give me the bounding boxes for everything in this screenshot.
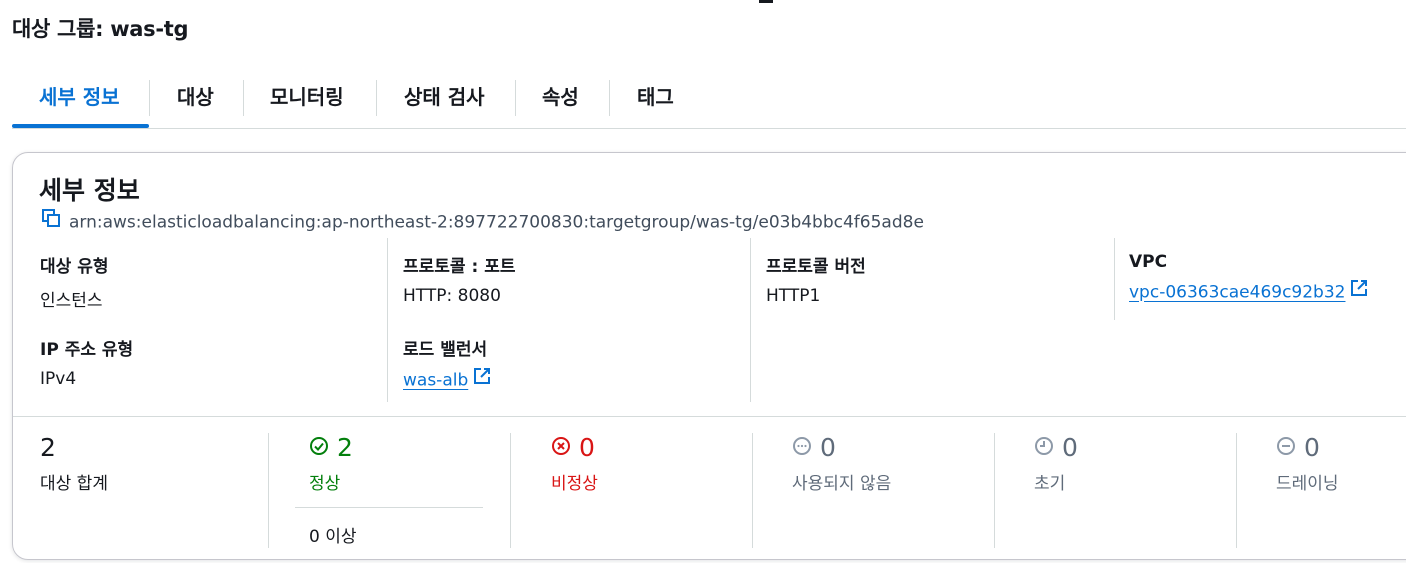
protocol-version-label: 프로토콜 버전 [766, 257, 866, 277]
protocol-port-label: 프로토콜 : 포트 [403, 257, 516, 277]
healthy-count[interactable]: 2 [337, 433, 353, 462]
ip-address-type-label: IP 주소 유형 [40, 340, 134, 360]
load-balancer-link[interactable]: was-alb [403, 371, 468, 391]
stat-divider [752, 433, 753, 548]
check-circle-icon [310, 437, 328, 455]
unused-count[interactable]: 0 [820, 433, 836, 462]
stat-divider [994, 433, 995, 548]
stat-initial: 0 초기 [1034, 433, 1078, 494]
clock-icon [1035, 437, 1053, 455]
section-divider [13, 416, 1406, 417]
draining-count-row: 0 [1276, 433, 1339, 463]
healthy-label: 정상 [309, 474, 341, 494]
ip-address-type-value: IPv4 [40, 369, 77, 389]
target-type-label: 대상 유형 [40, 257, 109, 277]
field-protocol-port: 프로토콜 : 포트 HTTP: 8080 [403, 252, 515, 306]
total-label: 대상 합계 [40, 474, 108, 494]
vpc-link[interactable]: vpc-06363cae469c92b32 [1129, 283, 1345, 303]
tab-divider [376, 80, 377, 116]
load-balancer-label: 로드 밸런서 [403, 340, 488, 360]
protocol-port-value: HTTP: 8080 [403, 286, 501, 306]
healthy-anomaly-text: 0 이상 [309, 527, 357, 547]
unused-count-row: 0 [792, 433, 891, 463]
copy-icon[interactable] [41, 208, 61, 233]
field-ip-address-type: IP 주소 유형 IPv4 [40, 335, 133, 389]
ellipsis-circle-icon [793, 437, 811, 455]
column-divider [387, 238, 388, 402]
arn-text: arn:aws:elasticloadbalancing:ap-northeas… [69, 212, 924, 233]
top-edge-mark [759, 0, 773, 3]
unused-label: 사용되지 않음 [792, 474, 892, 494]
draining-label: 드레이닝 [1276, 474, 1339, 494]
field-load-balancer: 로드 밸런서 was-alb [403, 335, 491, 392]
stat-healthy: 2 정상 [309, 433, 353, 494]
tab-targets[interactable]: 대상 [177, 70, 214, 126]
stat-unhealthy: 0 비정상 [551, 433, 598, 494]
tab-bar: 세부 정보 대상 모니터링 상태 검사 속성 태그 [12, 70, 1406, 129]
vpc-value: vpc-06363cae469c92b32 [1129, 279, 1368, 304]
healthy-sub-divider [295, 507, 483, 508]
stat-draining: 0 드레이닝 [1276, 433, 1339, 494]
tab-divider [515, 80, 516, 116]
stat-unused: 0 사용되지 않음 [792, 433, 891, 494]
external-link-icon[interactable] [473, 367, 491, 390]
field-target-type: 대상 유형 인스턴스 [40, 252, 108, 311]
initial-count[interactable]: 0 [1062, 433, 1078, 462]
load-balancer-value: was-alb [403, 367, 491, 392]
target-type-value: 인스턴스 [40, 291, 103, 311]
stat-total: 2 대상 합계 [40, 433, 108, 494]
field-vpc: VPC vpc-06363cae469c92b32 [1129, 252, 1368, 304]
tab-tags[interactable]: 태그 [637, 70, 674, 126]
stat-divider [1236, 433, 1237, 548]
vpc-label: VPC [1129, 252, 1168, 272]
details-card: 세부 정보 arn:aws:elasticloadbalancing:ap-no… [12, 152, 1406, 560]
initial-label: 초기 [1034, 474, 1066, 494]
protocol-version-value: HTTP1 [766, 286, 821, 306]
tab-attributes[interactable]: 속성 [542, 70, 579, 126]
tab-details[interactable]: 세부 정보 [39, 70, 120, 126]
tab-monitoring[interactable]: 모니터링 [270, 70, 344, 126]
tab-divider [149, 80, 150, 116]
stat-divider [510, 433, 511, 548]
unhealthy-count-row: 0 [551, 433, 598, 463]
tab-divider [609, 80, 610, 116]
external-link-icon[interactable] [1350, 279, 1368, 302]
tab-health-checks[interactable]: 상태 검사 [404, 70, 485, 126]
column-divider [1114, 238, 1115, 320]
healthy-count-row: 2 [309, 433, 353, 463]
minus-circle-icon [1277, 437, 1295, 455]
unhealthy-count[interactable]: 0 [579, 433, 595, 462]
tab-divider [243, 80, 244, 116]
field-protocol-version: 프로토콜 버전 HTTP1 [766, 252, 866, 306]
total-count: 2 [40, 433, 56, 462]
active-tab-indicator [12, 124, 149, 128]
page-title: 대상 그룹: was-tg [12, 17, 189, 41]
draining-count[interactable]: 0 [1304, 433, 1320, 462]
stat-divider [268, 433, 269, 548]
details-title: 세부 정보 [39, 176, 140, 205]
x-circle-icon [552, 437, 570, 455]
column-divider [750, 238, 751, 402]
unhealthy-label: 비정상 [551, 474, 598, 494]
initial-count-row: 0 [1034, 433, 1078, 463]
arn-row: arn:aws:elasticloadbalancing:ap-northeas… [41, 208, 924, 235]
